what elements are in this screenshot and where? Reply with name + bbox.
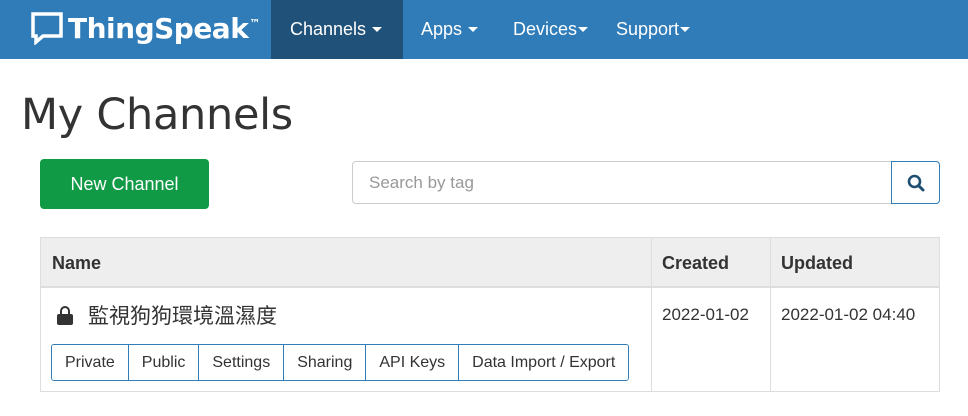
created-date: 2022-01-02 (662, 305, 749, 324)
channel-name-link[interactable]: 監視狗狗環境溫濕度 (57, 300, 277, 330)
public-view-button[interactable]: Public (128, 345, 200, 380)
brand-name: ThingSpeak™ (68, 11, 260, 45)
nav-support[interactable]: Support (612, 0, 722, 59)
nav-devices[interactable]: Devices (499, 0, 612, 59)
search-button[interactable] (891, 161, 940, 204)
search-input[interactable] (353, 162, 891, 203)
main-nav: Channels Apps Devices Support (271, 0, 722, 59)
chevron-down-icon (372, 27, 383, 32)
data-import-export-button[interactable]: Data Import / Export (459, 345, 629, 380)
chevron-down-icon (468, 27, 479, 32)
top-navbar: ThingSpeak™ Channels Apps Devices Suppor… (0, 0, 968, 59)
speech-bubble-icon (30, 11, 64, 46)
sharing-button[interactable]: Sharing (284, 345, 367, 380)
private-view-button[interactable]: Private (52, 345, 129, 380)
settings-button[interactable]: Settings (199, 345, 285, 380)
nav-channels[interactable]: Channels (271, 0, 403, 59)
search-icon (907, 174, 924, 191)
channel-actions: Private Public Settings Sharing API Keys… (51, 344, 630, 381)
chevron-down-icon (578, 27, 589, 32)
header-created: Created (662, 252, 730, 273)
new-channel-button[interactable]: New Channel (40, 159, 209, 209)
lock-icon (57, 305, 73, 325)
header-name: Name (52, 252, 102, 273)
nav-apps[interactable]: Apps (403, 0, 499, 59)
chevron-down-icon (680, 27, 691, 32)
column-divider (770, 238, 771, 391)
page-title: My Channels (21, 90, 293, 140)
table-header: Name Created Updated (41, 238, 939, 288)
brand-logo[interactable]: ThingSpeak™ (30, 10, 260, 46)
updated-date: 2022-01-02 04:40 (781, 305, 916, 324)
search-field (352, 161, 892, 204)
channel-name: 監視狗狗環境溫濕度 (88, 305, 277, 328)
column-divider (651, 238, 652, 391)
header-updated: Updated (781, 252, 853, 273)
api-keys-button[interactable]: API Keys (366, 345, 460, 380)
channels-table: Name Created Updated 監視狗狗環境溫濕度 Private P… (40, 237, 940, 392)
